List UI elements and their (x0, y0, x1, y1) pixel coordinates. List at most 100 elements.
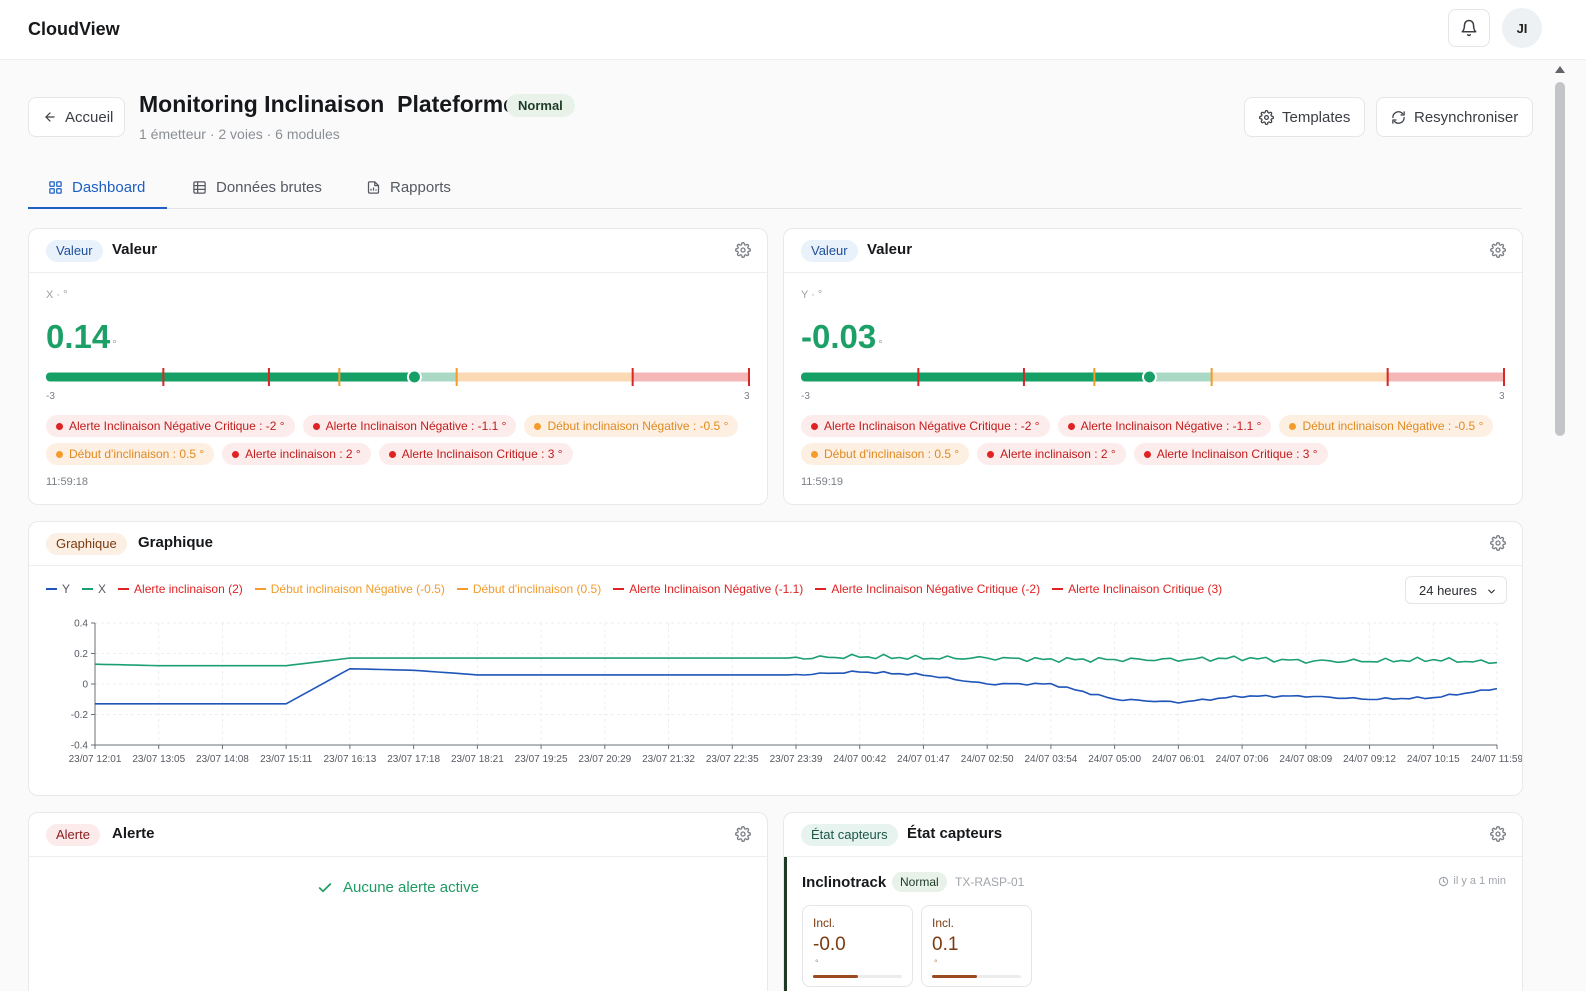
x-tick-label: 23/07 16:13 (323, 754, 376, 765)
dot-icon (312, 422, 320, 430)
gear-icon[interactable] (1490, 242, 1506, 258)
x-tick-label: 24/07 05:00 (1088, 754, 1141, 765)
threshold-marker (748, 368, 750, 386)
card-header: État capteurs État capteurs (784, 813, 1522, 857)
sensor-module-tile[interactable]: Incl. 0.1 ° (921, 905, 1032, 987)
legend-label: Début inclinaison Négative (-0.5) (270, 582, 445, 596)
threshold-marker (631, 368, 634, 386)
x-tick-label: 23/07 12:01 (69, 754, 122, 765)
gear-icon[interactable] (1490, 826, 1506, 842)
value-number: 0.14 (46, 318, 111, 355)
last-update-time: 11:59:18 (46, 476, 89, 488)
threshold-label: Début d'inclinaison : 0.5 ° (824, 447, 960, 461)
sensor-status-badge: Normal (892, 872, 947, 892)
y-tick-label: 0.4 (74, 619, 88, 630)
tab-dashboard[interactable]: Dashboard (28, 167, 167, 209)
threshold-row: Alerte Inclinaison Négative Critique : -… (801, 415, 1494, 437)
card-header: Valeur Valeur (784, 229, 1522, 273)
x-tick-label: 23/07 21:32 (642, 754, 695, 765)
x-tick-label: 23/07 17:18 (387, 754, 440, 765)
tab-dashboard-label: Dashboard (72, 178, 146, 196)
x-tick-label: 24/07 09:12 (1343, 754, 1396, 765)
top-bar: CloudView JI (0, 0, 1586, 60)
graph-card: Graphique Graphique Y X Alerte inclinaison… (28, 521, 1523, 796)
module-level-fill (932, 975, 977, 978)
resync-button[interactable]: Resynchroniser (1376, 97, 1534, 137)
threshold-marker (1093, 368, 1096, 386)
scroll-thumb[interactable] (1555, 82, 1565, 436)
status-badge: Normal (506, 94, 575, 117)
gauge-segment (1149, 372, 1212, 382)
last-update-time: 11:59:19 (801, 476, 844, 488)
threshold-chip: Alerte inclinaison : 2 ° (222, 443, 371, 465)
threshold-chip: Alerte Inclinaison Critique : 3 ° (378, 443, 573, 465)
threshold-label: Début inclinaison Négative : -0.5 ° (547, 419, 729, 433)
scroll-up-arrow-icon[interactable] (1555, 66, 1565, 73)
dot-icon (987, 450, 995, 458)
gauge-segment (456, 372, 633, 382)
threshold-label: Début d'inclinaison : 0.5 ° (69, 447, 205, 461)
x-tick-label: 23/07 15:11 (260, 754, 313, 765)
legend-item[interactable]: Alerte inclinaison (2) (118, 582, 243, 596)
y-tick-label: 0 (82, 680, 88, 691)
gauge-fill (801, 372, 1150, 382)
legend-item[interactable]: X (82, 582, 106, 596)
threshold-label: Alerte Inclinaison Négative Critique : -… (69, 419, 285, 433)
grid-icon (49, 180, 62, 194)
tab-reports[interactable]: Rapports (366, 167, 451, 208)
threshold-marker (338, 368, 341, 386)
card-title: Graphique (138, 534, 214, 551)
threshold-chip: Alerte Inclinaison Négative : -1.1 ° (1057, 415, 1272, 437)
legend-item[interactable]: Y (46, 582, 70, 596)
current-value: 0.14 ° (46, 318, 117, 356)
page-scrollbar[interactable] (1552, 60, 1568, 991)
gauge-knob (1141, 369, 1157, 385)
threshold-chip: Début inclinaison Négative : -0.5 ° (524, 415, 739, 437)
gear-icon[interactable] (735, 242, 751, 258)
legend-item[interactable]: Début d'inclinaison (0.5) (456, 582, 601, 596)
notifications-button[interactable] (1448, 9, 1490, 47)
legend-item[interactable]: Début inclinaison Négative (-0.5) (254, 582, 445, 596)
x-tick-label: 23/07 22:35 (706, 754, 759, 765)
gear-icon[interactable] (1490, 535, 1506, 551)
sensor-name[interactable]: Inclinotrack (802, 874, 886, 891)
x-tick-label: 24/07 11:59 (1471, 754, 1523, 765)
x-tick-label: 24/07 02:50 (961, 754, 1014, 765)
legend-item[interactable]: Alerte Inclinaison Négative (-1.1) (613, 582, 803, 596)
card-type-chip: Valeur (46, 240, 103, 262)
tab-reports-label: Rapports (390, 179, 451, 196)
gauge-min-label: -3 (801, 391, 810, 402)
value-number: -0.03 (801, 318, 877, 355)
dot-icon (1143, 450, 1151, 458)
y-tick-label: -0.2 (71, 710, 89, 721)
dot-icon (811, 422, 818, 430)
sensor-module-tile[interactable]: Incl. -0.0 ° (802, 905, 913, 987)
legend-label: X (98, 582, 107, 596)
card-header: Graphique Graphique (29, 522, 1522, 566)
back-label: Accueil (65, 108, 114, 126)
module-value: 0.1 (932, 934, 959, 955)
legend-swatch (613, 588, 625, 590)
card-title: Alerte (112, 825, 155, 842)
legend-item[interactable]: Alerte Inclinaison Négative Critique (-2… (815, 582, 1040, 596)
legend-item[interactable]: Alerte Inclinaison Critique (3) (1052, 582, 1222, 596)
time-range-select[interactable]: 24 heures (1405, 576, 1507, 604)
threshold-marker (1022, 368, 1025, 386)
chevron-down-icon (1488, 589, 1495, 594)
module-unit: ° (815, 958, 819, 968)
gear-icon[interactable] (735, 826, 751, 842)
check-icon (318, 882, 332, 892)
card-title: Valeur (867, 241, 913, 258)
line-chart: 0.4 0.2 0 -0.2 -0.4 23/07 12:01 23/07 13:05 23/… (69, 619, 1523, 766)
brand-logo[interactable]: CloudView (28, 19, 120, 40)
card-type-chip: Valeur (801, 240, 858, 262)
gauge-segment (1387, 372, 1505, 382)
user-avatar[interactable]: JI (1502, 8, 1542, 48)
threshold-chip: Alerte Inclinaison Négative Critique : -… (46, 415, 295, 437)
templates-button[interactable]: Templates (1244, 97, 1366, 137)
legend-swatch (118, 588, 130, 590)
resync-label: Resynchroniser (1414, 108, 1519, 126)
tab-raw-data[interactable]: Données brutes (192, 167, 322, 208)
tab-raw-data-label: Données brutes (216, 179, 322, 196)
back-button[interactable]: Accueil (28, 97, 125, 137)
